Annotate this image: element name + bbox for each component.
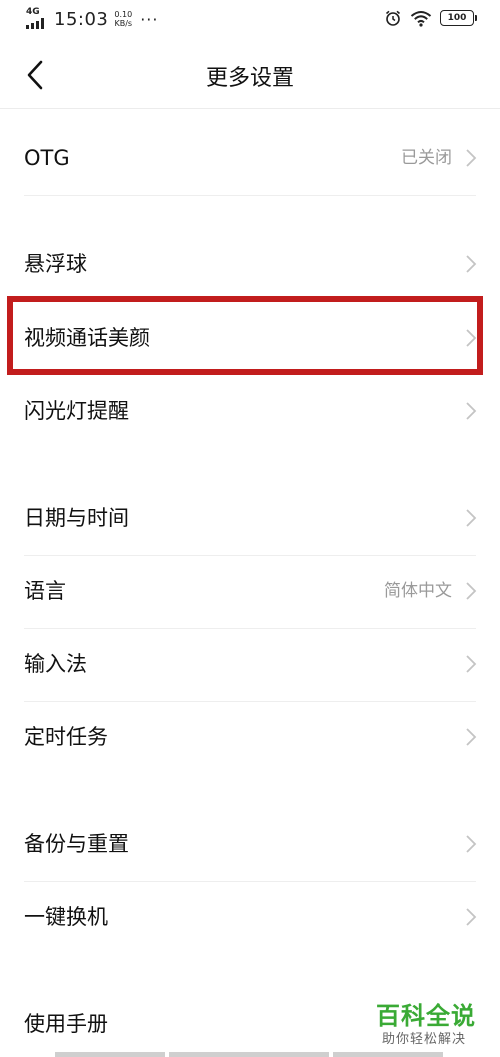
network-speed-unit: KB/s (114, 19, 133, 28)
settings-item-label: 输入法 (24, 652, 87, 676)
settings-item-language[interactable]: 语言 简体中文 (0, 555, 500, 627)
header-divider (0, 108, 500, 109)
watermark-title: 百科全说 (376, 1002, 476, 1030)
chevron-right-icon (466, 255, 477, 273)
battery-level: 100 (447, 13, 467, 23)
wifi-icon (410, 10, 432, 27)
network-type: 4G (26, 7, 40, 17)
status-bar-right: 100 (384, 9, 477, 27)
chevron-right-icon (466, 728, 477, 746)
settings-item-value: 已关闭 (401, 148, 452, 168)
settings-item-backup-reset[interactable]: 备份与重置 (0, 808, 500, 880)
network-speed: 0.10 KB/s (114, 10, 132, 28)
status-time: 15:03 (54, 8, 109, 30)
more-notifications-icon: ··· (140, 9, 159, 29)
chevron-right-icon (466, 149, 477, 167)
chevron-right-icon (466, 835, 477, 853)
settings-item-label: 悬浮球 (24, 252, 87, 276)
chevron-right-icon (466, 655, 477, 673)
settings-item-label: 日期与时间 (24, 506, 129, 530)
settings-item-date-time[interactable]: 日期与时间 (0, 482, 500, 554)
status-bar: 4G 15:03 0.10 KB/s ··· 100 (0, 0, 500, 40)
battery-icon: 100 (440, 10, 477, 26)
settings-item-label: 备份与重置 (24, 832, 129, 856)
highlight-box (7, 296, 483, 375)
chevron-right-icon (466, 582, 477, 600)
settings-item-flash-reminder[interactable]: 闪光灯提醒 (0, 375, 500, 447)
settings-item-phone-clone[interactable]: 一键换机 (0, 881, 500, 953)
chevron-right-icon (466, 402, 477, 420)
settings-item-input-method[interactable]: 输入法 (0, 628, 500, 700)
settings-item-scheduled-tasks[interactable]: 定时任务 (0, 701, 500, 773)
status-bar-left: 4G 15:03 0.10 KB/s ··· (26, 8, 158, 30)
bottom-strip (55, 1052, 443, 1057)
signal-icon: 4G (26, 8, 48, 30)
chevron-right-icon (466, 509, 477, 527)
header: 更多设置 (0, 42, 500, 108)
settings-item-label: 闪光灯提醒 (24, 399, 129, 423)
watermark-subtitle: 助你轻松解决 (382, 1032, 467, 1047)
network-speed-value: 0.10 (114, 10, 133, 19)
settings-item-label: OTG (24, 146, 70, 170)
settings-item-label: 一键换机 (24, 905, 108, 929)
page-title: 更多设置 (205, 66, 294, 91)
settings-item-otg[interactable]: OTG 已关闭 (0, 122, 500, 194)
settings-item-value: 简体中文 (384, 581, 452, 601)
settings-item-label: 语言 (24, 579, 66, 603)
chevron-right-icon (466, 908, 477, 926)
settings-item-label: 使用手册 (24, 1012, 108, 1036)
divider (24, 195, 476, 196)
settings-item-label: 定时任务 (24, 725, 108, 749)
settings-item-floating-ball[interactable]: 悬浮球 (0, 228, 500, 300)
alarm-icon (385, 10, 401, 26)
